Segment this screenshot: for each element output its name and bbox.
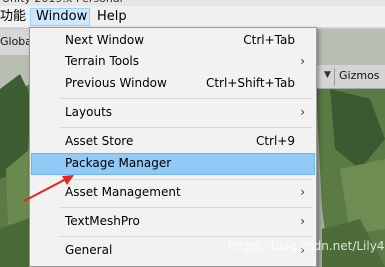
annotation-arrow-icon xyxy=(23,175,74,202)
watermark-text: https://blog.csdn.net/Lily411 xyxy=(228,239,385,253)
